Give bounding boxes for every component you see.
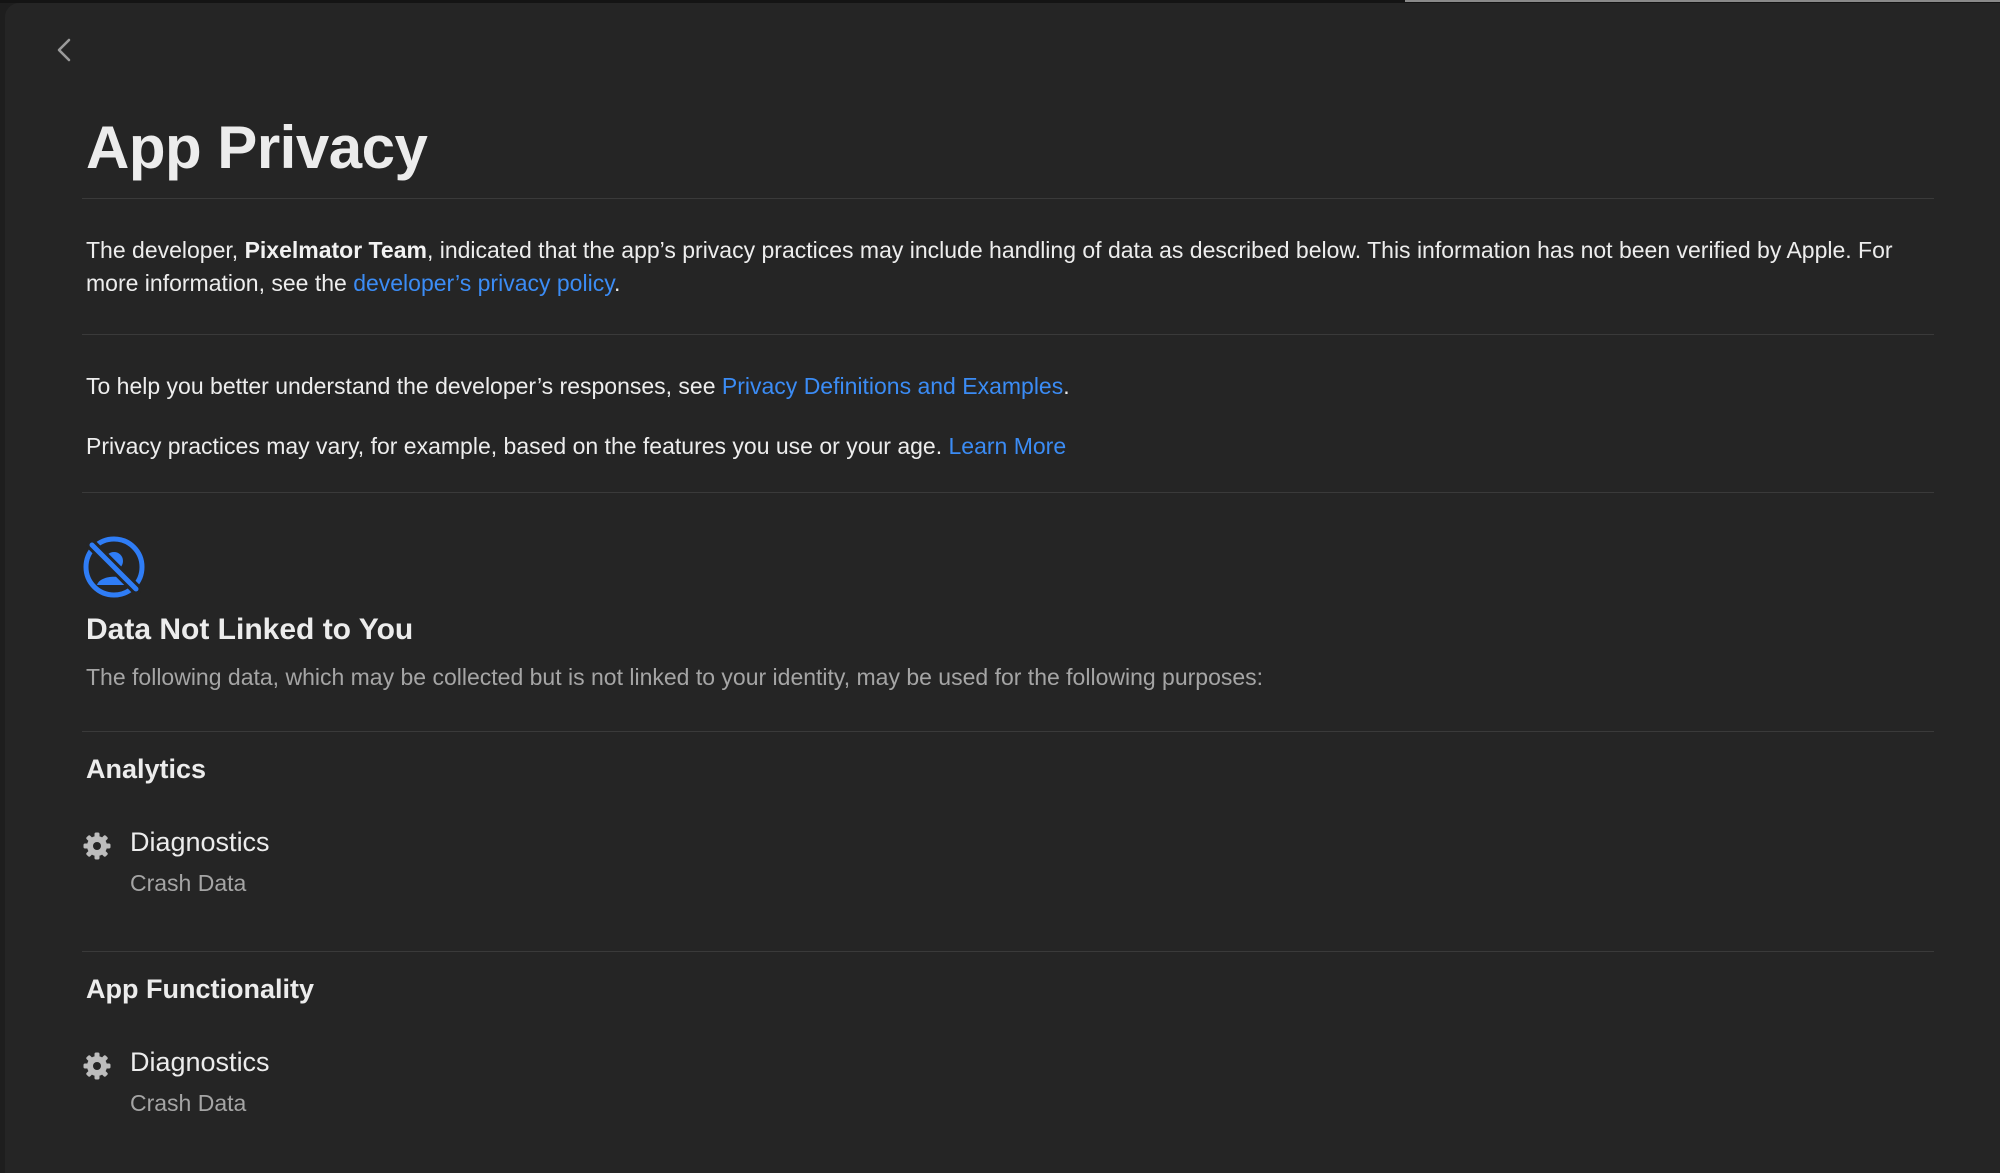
intro-suffix: . [613, 270, 621, 296]
window-top-highlight [1405, 0, 2000, 2]
divider [82, 492, 1934, 493]
data-not-linked-icon [83, 536, 145, 598]
intro-paragraph: The developer, Pixelmator Team, indicate… [86, 234, 1936, 300]
learn-more-link[interactable]: Learn More [949, 433, 1067, 459]
privacy-policy-link[interactable]: developer’s privacy policy [353, 270, 614, 296]
section-description: The following data, which may be collect… [86, 664, 1264, 690]
divider [82, 198, 1934, 199]
data-type-detail: Crash Data [130, 1090, 247, 1116]
help-suffix: . [1063, 373, 1070, 399]
data-type-label: Diagnostics [130, 827, 270, 857]
gear-icon [83, 832, 111, 860]
help-prefix: To help you better understand the develo… [86, 373, 722, 399]
page-title: App Privacy [86, 114, 428, 181]
divider [82, 731, 1934, 732]
help-paragraph: To help you better understand the develo… [86, 370, 1936, 403]
data-type-row: Diagnostics Crash Data [82, 1047, 482, 1120]
chevron-left-icon [57, 38, 71, 62]
purpose-title-analytics: Analytics [86, 754, 207, 784]
divider [82, 334, 1934, 335]
privacy-definitions-link[interactable]: Privacy Definitions and Examples [722, 373, 1063, 399]
intro-prefix: The developer, [86, 237, 245, 263]
divider [82, 951, 1934, 952]
vary-text: Privacy practices may vary, for example,… [86, 433, 949, 459]
vary-paragraph: Privacy practices may vary, for example,… [86, 430, 1936, 463]
section-title: Data Not Linked to You [86, 613, 414, 646]
back-button[interactable] [49, 33, 79, 67]
gear-icon [83, 1052, 111, 1080]
data-type-label: Diagnostics [130, 1047, 270, 1077]
data-type-detail: Crash Data [130, 870, 247, 896]
purpose-title-app-functionality: App Functionality [86, 974, 314, 1004]
data-type-row: Diagnostics Crash Data [82, 827, 482, 900]
app-privacy-window: App Privacy The developer, Pixelmator Te… [5, 3, 2000, 1173]
developer-name: Pixelmator Team [244, 237, 427, 263]
